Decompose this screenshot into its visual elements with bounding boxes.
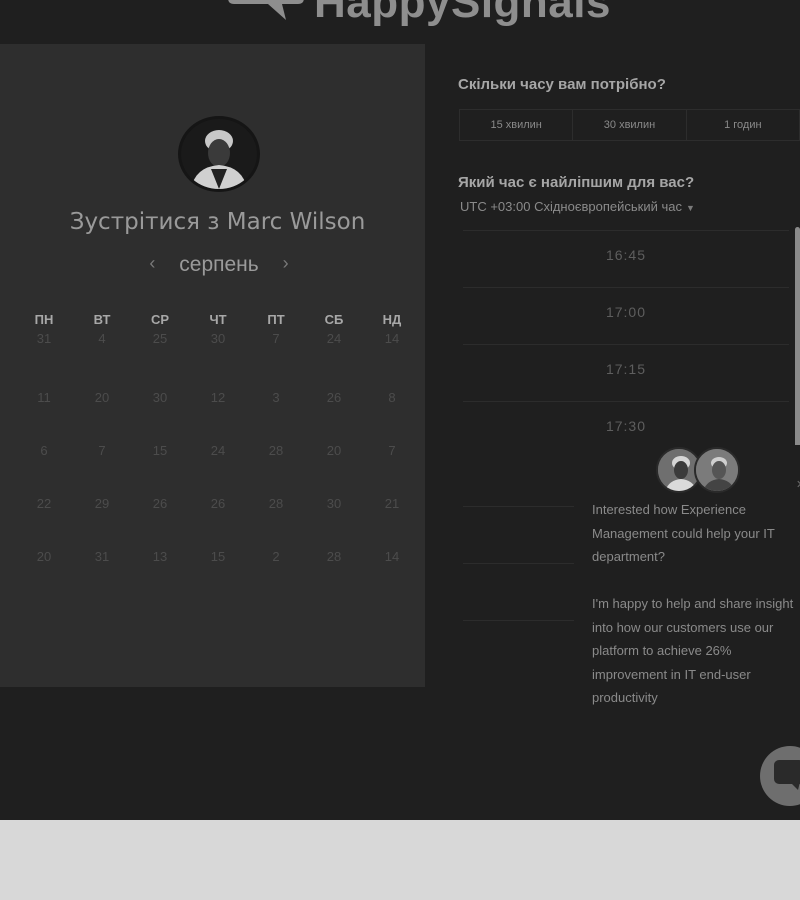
calendar-week: 20 31 13 15 2 28 14 <box>15 543 425 596</box>
duration-question: Скільки часу вам потрібно? <box>458 76 666 93</box>
weekday-header: ПН ВТ СР ЧТ ПТ СБ НД <box>15 312 425 327</box>
calendar-day[interactable]: 8 <box>363 384 421 437</box>
weekday-label: ЧТ <box>209 312 227 327</box>
time-question: Який час є найліпшим для вас? <box>458 174 695 191</box>
chat-message: Interested how Experience Management cou… <box>592 502 794 705</box>
calendar-week: 22 29 26 26 28 30 21 <box>15 490 425 543</box>
time-slot[interactable]: 17:00 <box>463 287 789 344</box>
calendar-grid: ПН ВТ СР ЧТ ПТ СБ НД 31 4 25 30 7 24 14 <box>15 312 425 596</box>
calendar-day[interactable]: 7 <box>73 437 131 490</box>
calendar-day[interactable]: 29 <box>73 490 131 543</box>
weekday-label: СР <box>150 312 170 327</box>
calendar-day[interactable]: 11 <box>15 384 73 437</box>
duration-selector: 15 хвилин 30 хвилин 1 годин <box>459 109 800 141</box>
calendar-week: 11 20 30 12 3 26 8 <box>15 384 425 437</box>
chat-agent-avatar <box>694 447 740 493</box>
calendar-week: 6 7 15 24 28 20 7 <box>15 437 425 490</box>
calendar-day[interactable]: 31 <box>73 543 131 596</box>
duration-option-30[interactable]: 30 хвилин <box>573 110 687 140</box>
time-slot-list: 16:45 17:00 17:15 17:30 <box>463 230 789 458</box>
app-window: HappySignals Зустрітися з Marc Wilson ‹ … <box>0 0 800 820</box>
caret-down-icon: ▼ <box>685 203 695 213</box>
month-label: серпень <box>179 253 259 276</box>
calendar-week: 31 4 25 30 7 24 14 <box>15 331 425 384</box>
close-icon[interactable]: ✕ <box>796 478 800 491</box>
calendar-day[interactable]: 30 <box>189 331 247 384</box>
calendar-day[interactable]: 30 <box>305 490 363 543</box>
calendar-day[interactable]: 14 <box>363 543 421 596</box>
chat-popup: ✕ Interested how Experience Management c… <box>574 445 800 740</box>
chat-launcher-button[interactable] <box>760 746 800 806</box>
calendar-day[interactable]: 24 <box>189 437 247 490</box>
host-avatar <box>178 116 260 192</box>
calendar-day[interactable]: 7 <box>363 437 421 490</box>
calendar-day[interactable]: 31 <box>15 331 73 384</box>
calendar-card: Зустрітися з Marc Wilson ‹ серпень › ПН … <box>0 44 425 687</box>
calendar-day[interactable]: 20 <box>15 543 73 596</box>
scrollbar[interactable] <box>795 227 800 459</box>
chevron-right-icon[interactable]: › <box>283 253 289 274</box>
calendar-day[interactable]: 22 <box>15 490 73 543</box>
weekday-label: СБ <box>324 312 344 327</box>
calendar-day[interactable]: 20 <box>73 384 131 437</box>
speech-bubble-heart-icon <box>228 0 304 28</box>
calendar-day[interactable]: 26 <box>305 384 363 437</box>
calendar-day[interactable]: 4 <box>73 331 131 384</box>
weekday-label: ПН <box>34 312 54 327</box>
calendar-day[interactable]: 26 <box>189 490 247 543</box>
calendar-day[interactable]: 25 <box>131 331 189 384</box>
calendar-day[interactable]: 3 <box>247 384 305 437</box>
calendar-day[interactable]: 28 <box>247 437 305 490</box>
calendar-day[interactable]: 12 <box>189 384 247 437</box>
calendar-day[interactable]: 2 <box>247 543 305 596</box>
calendar-day[interactable]: 26 <box>131 490 189 543</box>
timezone-dropdown[interactable]: UTC +03:00 Східноєвропейський час ▼ <box>460 199 695 214</box>
meeting-title: Зустрітися з Marc Wilson <box>69 209 366 235</box>
calendar-day[interactable]: 13 <box>131 543 189 596</box>
calendar-day[interactable]: 14 <box>363 331 421 384</box>
calendar-day[interactable]: 15 <box>131 437 189 490</box>
duration-option-60[interactable]: 1 годин <box>687 110 800 140</box>
calendar-day[interactable]: 6 <box>15 437 73 490</box>
weekday-label: ПТ <box>267 312 285 327</box>
time-slot[interactable]: 17:15 <box>463 344 789 401</box>
calendar-day[interactable]: 20 <box>305 437 363 490</box>
chat-agent-avatars <box>656 447 746 495</box>
chat-bubble-icon <box>774 760 800 790</box>
calendar-day[interactable]: 28 <box>305 543 363 596</box>
calendar-day[interactable]: 7 <box>247 331 305 384</box>
logo-text: HappySignals <box>314 0 611 27</box>
chevron-left-icon[interactable]: ‹ <box>149 253 155 274</box>
timezone-label: UTC +03:00 Східноєвропейський час <box>460 199 682 214</box>
weekday-label: ВТ <box>93 312 111 327</box>
duration-option-15[interactable]: 15 хвилин <box>460 110 574 140</box>
calendar-day[interactable]: 30 <box>131 384 189 437</box>
calendar-day[interactable]: 28 <box>247 490 305 543</box>
month-navigation: ‹ серпень › <box>0 253 438 277</box>
calendar-day[interactable]: 15 <box>189 543 247 596</box>
time-slot[interactable]: 16:45 <box>463 230 789 287</box>
logo[interactable]: HappySignals <box>228 0 611 28</box>
calendar-day[interactable]: 24 <box>305 331 363 384</box>
calendar-day[interactable]: 21 <box>363 490 421 543</box>
weekday-label: НД <box>382 312 402 327</box>
